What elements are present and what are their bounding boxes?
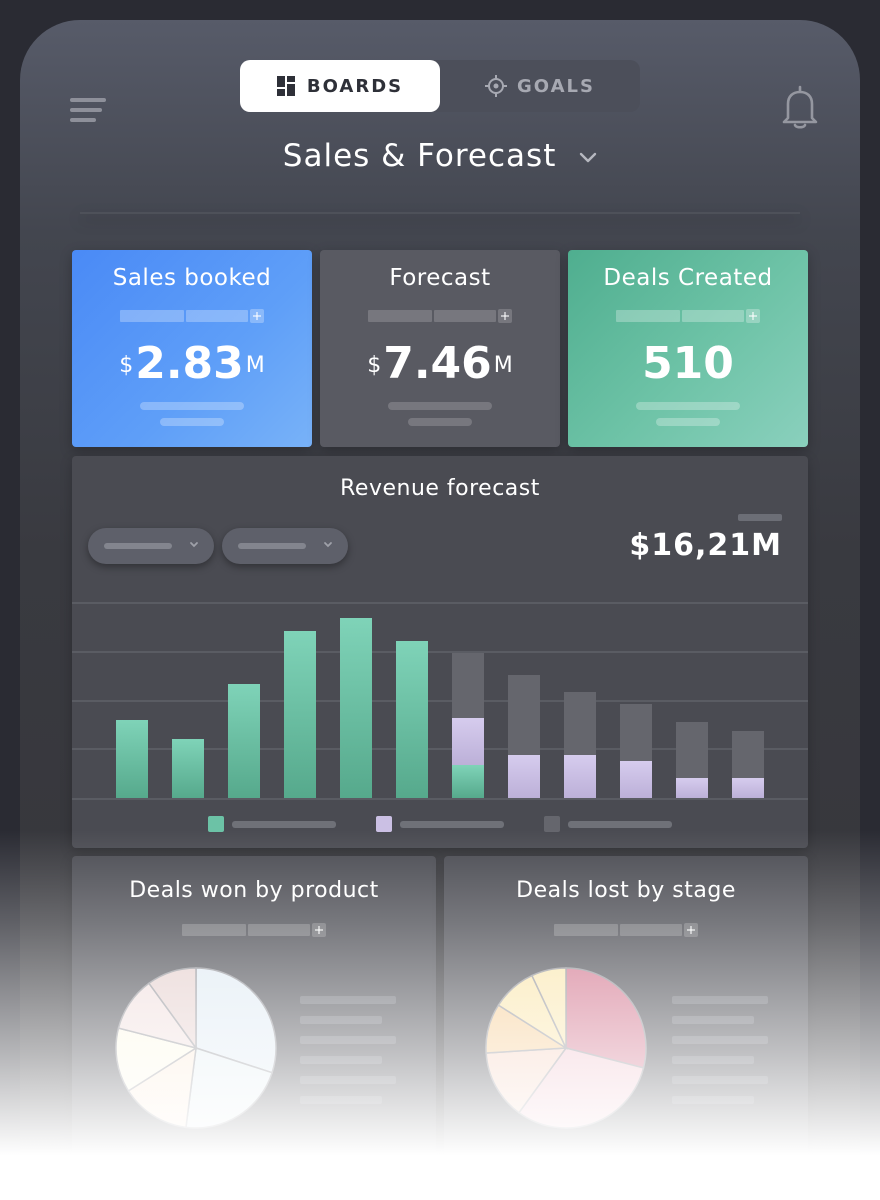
chevron-down-icon <box>324 542 332 548</box>
kpi-number: 510 <box>642 338 734 389</box>
total-caption-placeholder <box>738 514 782 521</box>
add-icon <box>312 923 326 937</box>
bar-10-series-3[interactable] <box>620 703 652 761</box>
bar-1-series-1[interactable] <box>116 719 148 798</box>
add-icon <box>250 309 264 323</box>
kpi-suffix: M <box>245 353 265 378</box>
board-selector[interactable]: Sales & Forecast <box>20 138 860 174</box>
crosshair-icon <box>485 75 508 97</box>
bar-8-series-3[interactable] <box>508 674 540 755</box>
bar-2-series-1[interactable] <box>172 739 204 798</box>
bar-7-series-1[interactable] <box>452 764 484 798</box>
bar-7-series-2[interactable] <box>452 717 484 765</box>
kpi-card-forecast[interactable]: Forecast $7.46M <box>320 250 560 447</box>
kpi-value: $2.83M <box>72 334 312 403</box>
grid-line <box>72 602 808 604</box>
bar-8-series-2[interactable] <box>508 754 540 798</box>
bar-11-series-3[interactable] <box>676 721 708 779</box>
legend-swatch-series-1 <box>208 816 224 832</box>
kpi-value: 510 <box>568 334 808 403</box>
bar-12-series-3[interactable] <box>732 731 764 779</box>
kpi-currency: $ <box>119 353 134 378</box>
header-divider <box>80 212 800 214</box>
add-icon <box>498 309 512 323</box>
bar-10-series-2[interactable] <box>620 760 652 798</box>
panel-title: Revenue forecast <box>340 476 540 501</box>
kpi-suffix: M <box>493 353 513 378</box>
bar-9-series-3[interactable] <box>564 692 596 755</box>
panel-title: Deals won by product <box>129 878 379 903</box>
tab-boards[interactable]: BOARDS <box>240 60 440 112</box>
bar-12-series-2[interactable] <box>732 778 764 798</box>
grid-line <box>72 651 808 653</box>
tab-boards-label: BOARDS <box>306 75 404 97</box>
bell-icon[interactable] <box>780 84 820 130</box>
kpi-title: Forecast <box>389 265 491 291</box>
legend-swatch-series-3 <box>544 816 560 832</box>
tab-goals[interactable]: GOALS <box>440 60 640 112</box>
bar-4-series-1[interactable] <box>284 631 316 798</box>
filter-dropdown-2[interactable] <box>222 528 348 564</box>
revenue-total: $16,21M <box>629 528 782 563</box>
bar-9-series-2[interactable] <box>564 754 596 798</box>
kpi-number: 2.83 <box>135 338 244 389</box>
add-icon <box>746 309 760 323</box>
revenue-forecast-panel: Revenue forecast $16,21M <box>72 456 808 848</box>
kpi-card-deals-created[interactable]: Deals Created 510 <box>568 250 808 447</box>
chevron-down-icon <box>580 152 597 162</box>
deals-won-pie <box>115 967 277 1129</box>
kpi-card-sales-booked[interactable]: Sales booked $2.83M <box>72 250 312 447</box>
bar-5-series-1[interactable] <box>340 617 372 798</box>
hamburger-menu-icon[interactable] <box>70 98 108 122</box>
kpi-number: 7.46 <box>383 338 492 389</box>
page-title: Sales & Forecast <box>282 138 557 174</box>
kpi-value: $7.46M <box>320 334 560 403</box>
panel-title: Deals lost by stage <box>516 878 736 903</box>
deals-lost-panel: Deals lost by stage <box>444 856 808 1200</box>
legend-swatch-series-2 <box>376 816 392 832</box>
app-screen: BOARDS GOALS Sales & Forecast Sales book… <box>20 20 860 1200</box>
deals-lost-pie <box>485 967 647 1129</box>
bar-6-series-1[interactable] <box>396 641 428 798</box>
kpi-currency: $ <box>367 353 382 378</box>
board-goal-segmented-control: BOARDS GOALS <box>240 60 640 112</box>
filter-dropdown-1[interactable] <box>88 528 214 564</box>
tab-goals-label: GOALS <box>517 75 595 97</box>
add-icon <box>684 923 698 937</box>
bar-3-series-1[interactable] <box>228 684 260 798</box>
deals-won-panel: Deals won by product <box>72 856 436 1200</box>
chevron-down-icon <box>190 542 198 548</box>
dashboard-icon <box>276 76 295 96</box>
bar-7-series-3[interactable] <box>452 652 484 718</box>
kpi-title: Deals Created <box>603 265 773 291</box>
grid-line <box>72 700 808 702</box>
kpi-title: Sales booked <box>112 265 272 291</box>
bar-11-series-2[interactable] <box>676 778 708 798</box>
x-axis-line <box>72 798 808 800</box>
